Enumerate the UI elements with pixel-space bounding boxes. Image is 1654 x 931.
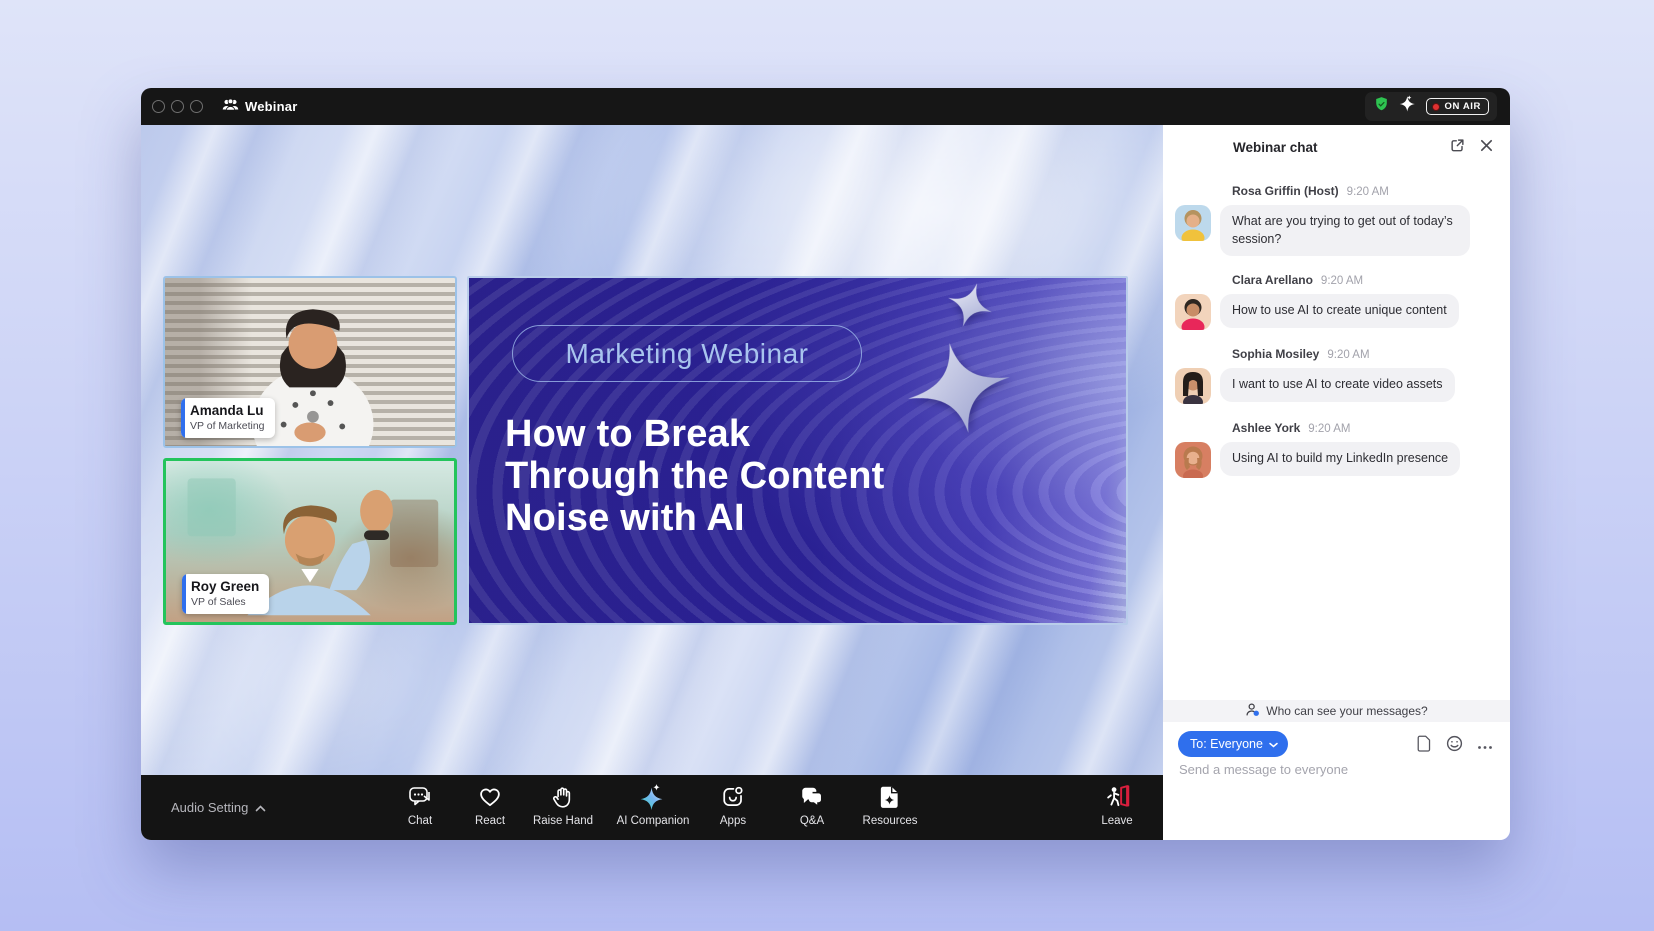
ai-companion-button[interactable]: AI Companion	[617, 775, 690, 840]
participants-icon	[222, 96, 239, 118]
heart-icon	[477, 784, 503, 810]
resources-icon	[877, 784, 903, 810]
chevron-down-icon	[1269, 737, 1278, 751]
qa-button[interactable]: Q&A	[799, 775, 825, 840]
avatar-sophia	[1175, 368, 1211, 404]
attach-file-icon[interactable]	[1416, 735, 1432, 757]
privacy-note-text: Who can see your messages?	[1266, 704, 1427, 718]
pop-out-chat-icon[interactable]	[1449, 137, 1466, 159]
message-bubble: What are you trying to get out of today’…	[1220, 205, 1470, 256]
leave-button[interactable]: Leave	[1101, 775, 1132, 840]
slide-badge: Marketing Webinar	[512, 325, 862, 382]
desktop-background: Webinar ON AIR	[0, 0, 1654, 931]
speaker-role: VP of Marketing	[190, 420, 265, 433]
zoom-window-button[interactable]	[190, 100, 203, 113]
emoji-icon[interactable]	[1446, 735, 1463, 757]
video-stage: Amanda Lu VP of Marketing	[141, 125, 1163, 840]
slide-heading: How to Break Through the Content Noise w…	[505, 414, 885, 539]
message-time: 9:20 AM	[1327, 349, 1369, 361]
slide-decoration-star-big	[899, 332, 1020, 444]
shared-slide: Marketing Webinar How to Break Through t…	[467, 276, 1128, 625]
video-tile-amanda-lu[interactable]: Amanda Lu VP of Marketing	[163, 276, 457, 448]
chat-icon	[407, 784, 433, 810]
avatar-ashlee	[1175, 442, 1211, 478]
person-privacy-icon	[1245, 702, 1260, 720]
chat-button[interactable]: Chat	[407, 775, 433, 840]
on-air-badge[interactable]: ON AIR	[1426, 98, 1490, 115]
react-button[interactable]: React	[475, 775, 505, 840]
title-bar: Webinar ON AIR	[141, 88, 1510, 125]
chevron-up-icon	[255, 800, 266, 815]
chat-message-list: Rosa Griffin (Host) 9:20 AM What are you…	[1163, 170, 1510, 495]
speaker-name: Amanda Lu	[190, 403, 265, 420]
window-title: Webinar	[245, 99, 297, 114]
more-options-icon[interactable]	[1477, 737, 1493, 755]
raise-hand-icon	[550, 784, 576, 810]
send-to-selector[interactable]: To: Everyone	[1178, 731, 1288, 757]
apps-icon	[720, 784, 746, 810]
message-time: 9:20 AM	[1347, 186, 1389, 198]
avatar-rosa	[1175, 205, 1211, 241]
webinar-chat-panel: Webinar chat Rosa Griffin (Host)	[1163, 125, 1510, 840]
resources-button[interactable]: Resources	[863, 775, 918, 840]
on-air-dot	[1432, 103, 1440, 111]
chat-message: Clara Arellano 9:20 AM How to use AI to …	[1163, 273, 1510, 330]
name-tag-roy: Roy Green VP of Sales	[182, 574, 269, 614]
chat-header: Webinar chat	[1163, 125, 1510, 170]
ai-companion-icon	[640, 784, 666, 810]
chat-message: Ashlee York 9:20 AM Using AI to build my…	[1163, 421, 1510, 478]
chat-message-input[interactable]	[1179, 762, 1494, 777]
webinar-window: Webinar ON AIR	[141, 88, 1510, 840]
raise-hand-button[interactable]: Raise Hand	[533, 775, 593, 840]
minimize-window-button[interactable]	[171, 100, 184, 113]
message-bubble: I want to use AI to create video assets	[1220, 368, 1455, 402]
qa-icon	[799, 784, 825, 810]
message-time: 9:20 AM	[1308, 423, 1350, 435]
apps-button[interactable]: Apps	[720, 775, 746, 840]
who-can-see-messages-bar[interactable]: Who can see your messages?	[1163, 700, 1510, 722]
message-bubble: How to use AI to create unique content	[1220, 294, 1459, 328]
message-time: 9:20 AM	[1321, 275, 1363, 287]
chat-message: Sophia Mosiley 9:20 AM I want to use AI …	[1163, 347, 1510, 404]
name-tag-amanda: Amanda Lu VP of Marketing	[181, 398, 275, 438]
message-author: Clara Arellano	[1232, 273, 1313, 287]
avatar-clara	[1175, 294, 1211, 330]
close-chat-icon[interactable]	[1479, 138, 1494, 158]
meeting-toolbar: Audio Setting Chat	[141, 775, 1163, 840]
message-bubble: Using AI to build my LinkedIn presence	[1220, 442, 1460, 476]
close-window-button[interactable]	[152, 100, 165, 113]
chat-compose-area: To: Everyone	[1163, 722, 1510, 840]
message-author: Ashlee York	[1232, 421, 1300, 435]
chat-message: Rosa Griffin (Host) 9:20 AM What are you…	[1163, 184, 1510, 256]
speaker-role: VP of Sales	[191, 596, 259, 609]
audio-setting-button[interactable]: Audio Setting	[171, 775, 266, 840]
video-tile-roy-green[interactable]: Roy Green VP of Sales	[163, 458, 457, 625]
ai-companion-status-icon[interactable]	[1399, 95, 1417, 118]
security-shield-icon[interactable]	[1373, 96, 1390, 118]
message-author: Rosa Griffin (Host)	[1232, 184, 1339, 198]
slide-decoration-star-small	[941, 276, 999, 334]
window-controls	[152, 100, 203, 113]
speaker-name: Roy Green	[191, 579, 259, 596]
leave-icon	[1104, 784, 1130, 810]
chat-title: Webinar chat	[1233, 125, 1318, 170]
message-author: Sophia Mosiley	[1232, 347, 1319, 361]
